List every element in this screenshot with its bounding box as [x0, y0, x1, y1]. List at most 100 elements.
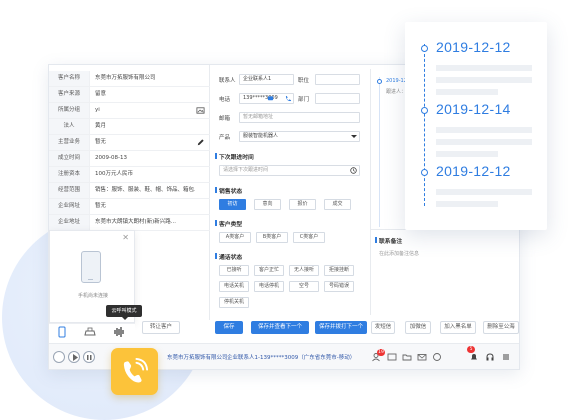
- bell-icon[interactable]: [469, 352, 479, 362]
- info-label: 企业地址: [49, 215, 90, 230]
- customer-type-chip[interactable]: A类客户: [219, 232, 251, 243]
- timeline-bar: [436, 151, 498, 157]
- chevron-down-icon: [351, 135, 357, 138]
- sales-status-title: 销售状态: [214, 186, 242, 195]
- info-value: 留意: [95, 91, 107, 97]
- pause-icon-glyph: [87, 355, 92, 360]
- phone-icon[interactable]: [285, 95, 292, 102]
- timeline-date: 2019-12-12: [436, 39, 511, 55]
- next-visit-title: 下次跟进时间: [215, 152, 254, 161]
- call-status-chip[interactable]: 停机关机: [219, 297, 249, 308]
- transfer-customer-button[interactable]: 转让客户: [142, 321, 180, 334]
- message-icon[interactable]: [387, 352, 397, 362]
- save-next-button[interactable]: 保存并查看下一个: [251, 321, 309, 334]
- next-visit-input[interactable]: 请选择下次跟进时间: [219, 165, 360, 176]
- timeline-line: [424, 44, 425, 206]
- record-dot: [377, 79, 382, 84]
- info-value: 100万元人民币: [95, 171, 133, 177]
- timeline-bar: [436, 139, 532, 145]
- info-label: 主营业务: [49, 135, 90, 150]
- clock-icon: [350, 167, 357, 174]
- message-icon[interactable]: [267, 95, 274, 102]
- headset-icon[interactable]: [485, 352, 495, 362]
- dept-input[interactable]: [315, 93, 360, 104]
- call-status-chip[interactable]: 电话关机: [219, 281, 249, 292]
- call-status-chip[interactable]: 电话停机: [254, 281, 284, 292]
- info-value: 暂无: [95, 139, 107, 145]
- save-button[interactable]: 保存: [215, 321, 243, 334]
- sales-status-chip[interactable]: 初访: [219, 199, 246, 210]
- delete-to-pool-button[interactable]: 删除至公海: [483, 321, 519, 334]
- info-label: 经营范围: [49, 183, 90, 198]
- contact-note-title: 联系备注: [374, 236, 402, 245]
- info-row-address: 企业地址 东莞市大朗镇大朗村(新)新兴路...: [49, 215, 210, 231]
- info-row-scope: 经营范围 销售：服饰、服装、鞋、帽、饰品、箱包...: [49, 183, 210, 199]
- email-label: 邮箱: [219, 116, 231, 122]
- cloud-call-tooltip: 云呼叫模式: [106, 305, 142, 320]
- play-icon[interactable]: [68, 351, 80, 363]
- call-status-chip[interactable]: 空号: [289, 281, 319, 292]
- info-row-capital: 注册资本 100万元人民币: [49, 167, 210, 183]
- follow-up-form: 联系人 企业联系人1 职位 电话 139*****3009 部门 邮箱 暂无邮箱…: [214, 69, 367, 315]
- contact-input[interactable]: 企业联系人1: [239, 74, 294, 85]
- sales-status-chip[interactable]: 报价: [289, 199, 316, 210]
- info-label: 企业网址: [49, 199, 90, 214]
- info-value: 东莞市万拓服饰有限公司: [95, 75, 156, 81]
- position-label: 职位: [298, 78, 310, 84]
- call-status-chip[interactable]: 号码错误: [324, 281, 354, 292]
- info-row-group[interactable]: 所属分组 yi: [49, 103, 210, 119]
- menu-icon[interactable]: [501, 352, 511, 362]
- customer-type-chip[interactable]: C类客户: [293, 232, 325, 243]
- product-select[interactable]: 服装智能机器人: [239, 131, 360, 142]
- dept-label: 部门: [298, 97, 310, 103]
- status-contact: 企业联系人1-139*****3009（广东省东莞市-移动）: [227, 355, 356, 361]
- folder-icon[interactable]: [402, 352, 412, 362]
- info-label: 注册资本: [49, 167, 90, 182]
- timeline-dot: [421, 169, 428, 176]
- send-sms-button[interactable]: 发短信: [371, 321, 395, 334]
- sales-status-chip[interactable]: 意向: [254, 199, 281, 210]
- info-value: 黄月: [95, 123, 107, 129]
- info-row-website: 企业网址 暂无: [49, 199, 210, 215]
- info-row-name: 客户名称 东莞市万拓服饰有限公司: [49, 71, 210, 87]
- position-input[interactable]: [315, 74, 360, 85]
- timeline-bar: [436, 201, 498, 207]
- close-icon[interactable]: ✕: [122, 234, 129, 242]
- call-icon: [123, 357, 149, 383]
- sales-status-chip[interactable]: 成交: [324, 199, 351, 210]
- call-status-chip[interactable]: 客户正忙: [254, 265, 284, 276]
- image-icon[interactable]: [196, 106, 205, 115]
- action-button-row: 转让客户 保存 保存并查看下一个 保存并拨打下一个 发短信 加微信 加入黑名单 …: [49, 321, 519, 339]
- add-blacklist-button[interactable]: 加入黑名单: [440, 321, 476, 334]
- timeline-bar: [436, 189, 532, 195]
- timeline-card: 2019-12-12 2019-12-14 2019-12-12: [405, 22, 547, 230]
- contact-note-area[interactable]: 联系备注 在此添加备注信息: [371, 229, 517, 315]
- pause-icon[interactable]: [83, 351, 95, 363]
- email-input[interactable]: 暂无邮箱地址: [239, 112, 360, 123]
- edit-icon[interactable]: [196, 138, 205, 147]
- customer-type-title: 客户类型: [214, 219, 242, 228]
- info-row-business[interactable]: 主营业务 暂无: [49, 135, 210, 151]
- info-label: 成立时间: [49, 151, 90, 166]
- save-call-next-button[interactable]: 保存并拨打下一个: [315, 321, 367, 334]
- timeline-bar: [436, 65, 532, 71]
- call-status-chip[interactable]: 拒接挂断: [324, 265, 354, 276]
- product-label: 产品: [219, 135, 231, 141]
- play-icon-glyph: [73, 354, 78, 361]
- record-icon[interactable]: [432, 352, 442, 362]
- notification-badge: 19: [377, 349, 385, 356]
- timeline-bar: [436, 77, 532, 83]
- prev-icon[interactable]: [53, 351, 65, 363]
- mail-icon[interactable]: [417, 352, 427, 362]
- call-status-chip[interactable]: 无人接听: [289, 265, 319, 276]
- customer-type-chip[interactable]: B类客户: [256, 232, 288, 243]
- info-value: yi: [95, 107, 100, 113]
- contact-note-placeholder: 在此添加备注信息: [379, 251, 420, 257]
- call-badge[interactable]: [111, 348, 158, 395]
- info-row-founded: 成立时间 2009-08-13: [49, 151, 210, 167]
- call-status-chip[interactable]: 已接听: [219, 265, 249, 276]
- phone-status-text: 手机尚未连接: [77, 293, 108, 299]
- add-wechat-button[interactable]: 加微信: [405, 321, 431, 334]
- info-row-source: 客户来源 留意: [49, 87, 210, 103]
- info-label: 客户名称: [49, 71, 90, 86]
